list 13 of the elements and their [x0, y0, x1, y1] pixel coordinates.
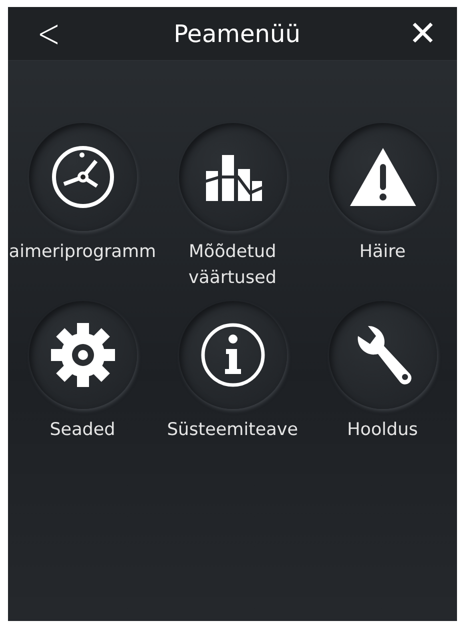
- settings-icon: [50, 322, 116, 388]
- menu-label: aimeriprogramm: [8, 241, 158, 264]
- close-button[interactable]: ✕: [402, 14, 443, 54]
- menu-label: Süsteemiteave: [166, 419, 300, 442]
- menu-label: Häire: [358, 241, 407, 264]
- menu-label: Seaded: [48, 419, 116, 442]
- menu-label: Mõõdetud väärtused: [188, 241, 278, 290]
- screen-title: Peamenüü: [174, 20, 300, 48]
- menu-label: Hooldus: [346, 419, 419, 442]
- back-button[interactable]: <: [32, 10, 65, 56]
- info-icon: [200, 322, 266, 388]
- timer-icon: [50, 144, 116, 210]
- warning-icon: [348, 146, 418, 208]
